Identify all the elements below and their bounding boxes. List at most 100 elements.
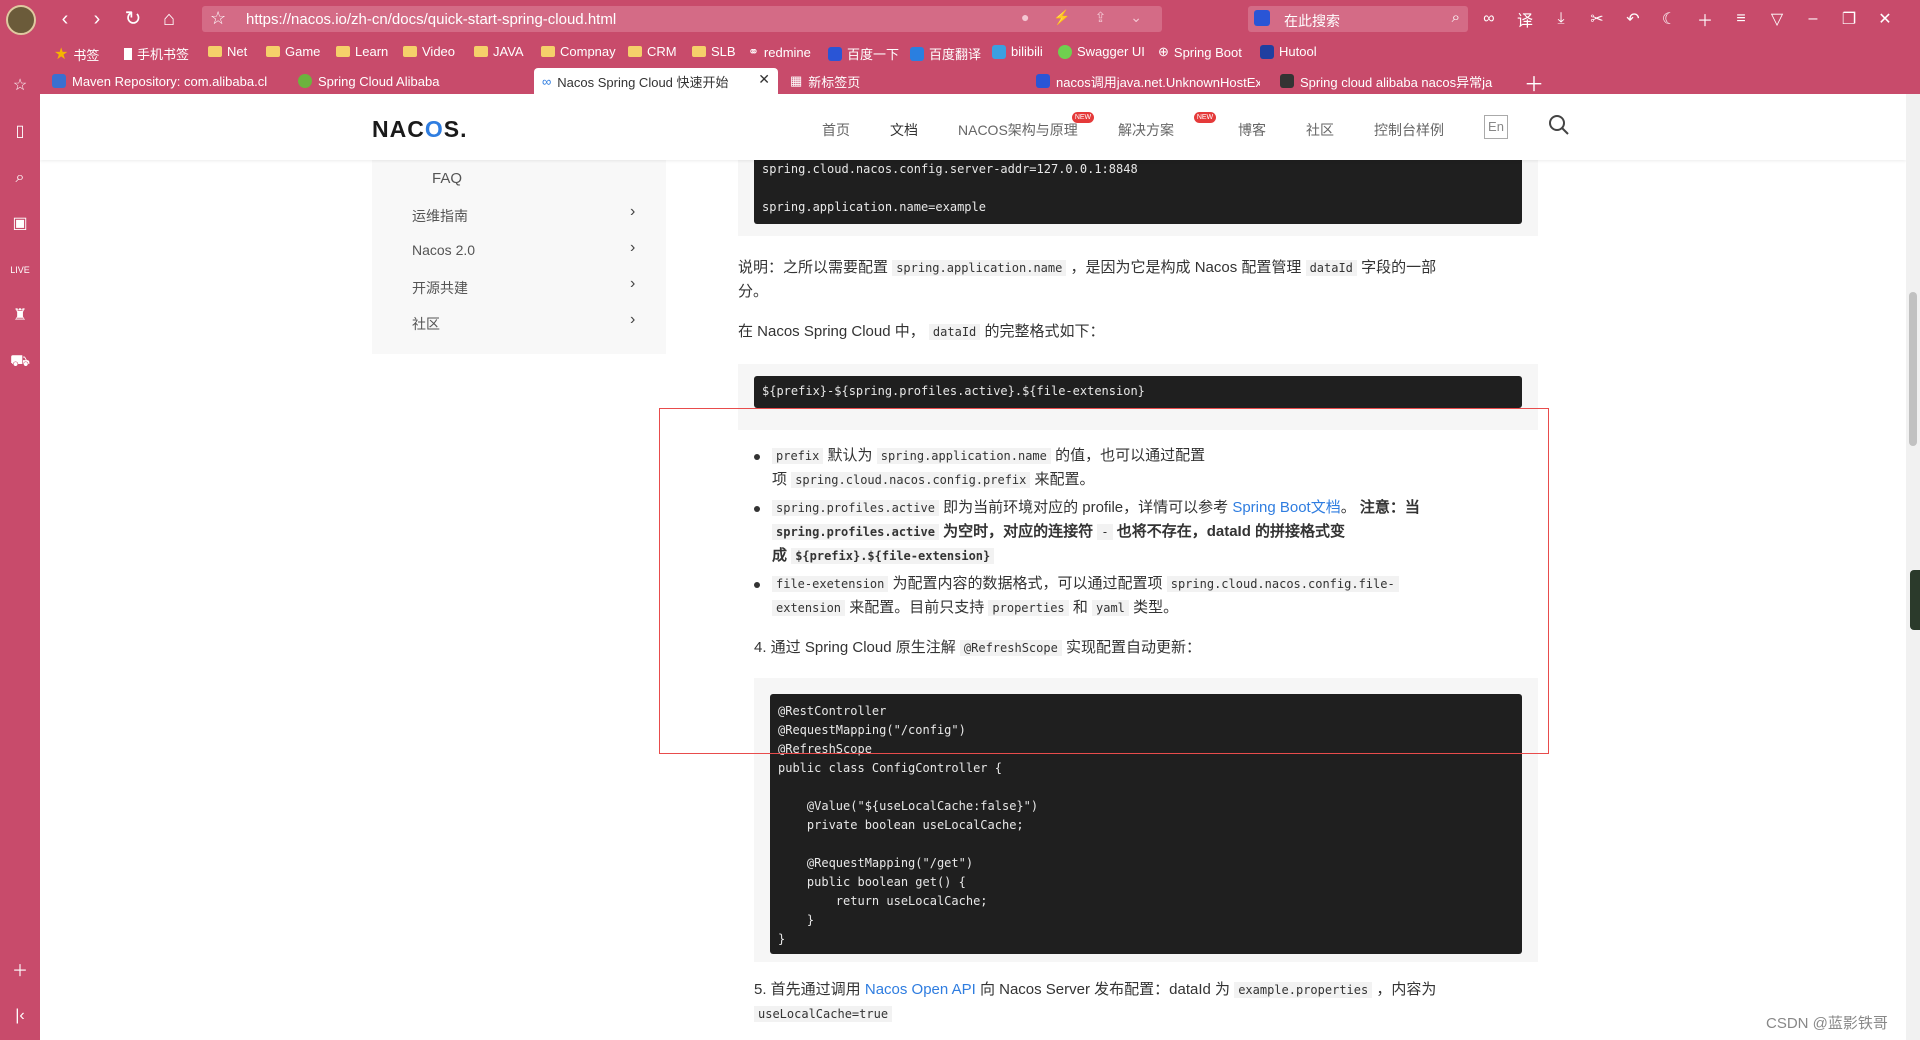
video-icon[interactable]: ▣ [10,214,30,234]
bookmark-item[interactable]: bilibili [992,44,1043,59]
search-engine-icon[interactable] [1254,10,1270,26]
translate-site-icon [910,46,924,61]
bookmark-item[interactable]: Video [403,44,455,59]
close-tab-icon[interactable]: ✕ [758,71,770,88]
bookmark-item[interactable]: ★ 书签 [54,44,99,64]
language-switch[interactable]: En [1484,115,1508,139]
sidebar-item-faq[interactable]: FAQ [432,170,462,187]
folder-icon [541,46,555,57]
phone-icon [124,47,132,60]
baidu-icon [1036,74,1050,88]
page-scrollbar[interactable] [1906,94,1920,1040]
search-rail-icon[interactable]: ⌕ [10,168,30,188]
bookmark-item[interactable]: Game [266,44,320,59]
toolbar-icons: ∞ 译 ⤓ ✂ ↶ ☾ ＋ ≡ ▽ – ❐ ✕ [1478,6,1896,32]
folder-icon [474,46,488,57]
browser-tab-active[interactable]: ∞ Nacos Spring Cloud 快速开始 ✕ [534,68,778,94]
folder-icon [266,46,280,57]
download-icon[interactable]: ⤓ [1550,10,1572,28]
address-bar-icons[interactable]: ● ⚡ ⇪ ⌄ [1021,9,1152,26]
scrollbar-thumb[interactable] [1909,292,1917,446]
browser-tab[interactable]: Spring Cloud Alibaba [290,68,522,94]
undo-icon[interactable]: ↶ [1622,9,1644,29]
bookmark-star-icon[interactable]: ☆ [210,8,226,29]
nacos-open-api-link[interactable]: Nacos Open API [865,981,976,998]
swagger-icon [1058,44,1072,59]
folder-icon [628,46,642,57]
browser-tab[interactable]: nacos调用java.net.UnknownHostEx [1028,68,1260,94]
url-text[interactable]: https://nacos.io/zh-cn/docs/quick-start-… [246,11,616,28]
translate-icon[interactable]: 译 [1514,7,1536,31]
search-box[interactable]: 在此搜索 ⌕ [1248,6,1468,32]
new-tab-page-icon: ▦ [790,73,803,88]
close-window-icon[interactable]: ✕ [1874,9,1896,29]
bookmark-item[interactable]: ⚭ redmine [748,44,811,60]
scissors-icon[interactable]: ✂ [1586,9,1608,29]
nav-docs[interactable]: 文档 [890,120,918,140]
bookmark-item[interactable]: Learn [336,44,388,59]
bookmark-item[interactable]: JAVA [474,44,524,59]
link-icon: ⚭ [748,44,759,59]
spring-icon [298,74,312,88]
bookmark-item[interactable]: Net [208,44,247,59]
sidebar-item-nacos2[interactable]: Nacos 2.0 [412,242,475,258]
nacos-logo[interactable]: NACOS. [372,116,467,143]
bookmark-item[interactable]: Hutool [1260,44,1317,59]
restore-icon[interactable]: ❐ [1838,9,1860,29]
maven-icon [52,74,66,88]
cart-icon[interactable]: ⛟ [10,352,30,372]
home-icon[interactable]: ⌂ [156,6,182,32]
bookmark-item[interactable]: 百度翻译 [910,44,981,63]
collapse-rail-icon[interactable]: |‹ [10,1006,30,1026]
chevron-right-icon[interactable]: › [630,275,635,293]
address-bar[interactable]: ☆ https://nacos.io/zh-cn/docs/quick-star… [202,6,1162,32]
folder-icon [403,46,417,57]
browser-tab[interactable]: Maven Repository: com.alibaba.cl [44,68,276,94]
bookmark-item[interactable]: SLB [692,44,736,59]
add-rail-icon[interactable]: ＋ [10,962,30,982]
user-avatar[interactable] [6,5,36,35]
chevron-right-icon[interactable]: › [630,239,635,257]
bookmark-item[interactable]: 百度一下 [828,44,899,63]
nav-console-demo[interactable]: 控制台样例 [1374,120,1444,140]
side-panel-grip[interactable] [1910,570,1920,630]
sidebar-item-ops[interactable]: 运维指南 [412,206,468,226]
note-paragraph: 说明：之所以需要配置 spring.application.name ，是因为它… [738,259,1437,300]
bookmark-item[interactable]: CRM [628,44,677,59]
step-5-paragraph: 5. 首先通过调用 Nacos Open API 向 Nacos Server … [754,981,1437,1022]
live-icon[interactable]: LIVE [10,260,30,280]
chevron-right-icon[interactable]: › [630,203,635,221]
nav-home[interactable]: 首页 [822,120,850,140]
night-mode-icon[interactable]: ☾ [1658,9,1680,29]
reload-icon[interactable]: ↻ [120,6,146,32]
new-tab-icon[interactable]: ＋ [1524,68,1544,97]
menu-icon[interactable]: ≡ [1730,10,1752,28]
back-icon[interactable]: ‹ [52,6,78,32]
bookmark-item[interactable]: 手机书签 [124,44,189,63]
extension-icon[interactable]: ∞ [1478,10,1500,28]
browser-tab[interactable]: Spring cloud alibaba nacos异常ja [1272,68,1508,94]
bookmark-item[interactable]: Swagger UI [1058,44,1145,59]
nav-blog[interactable]: 博客 [1238,120,1266,140]
add-icon[interactable]: ＋ [1694,7,1716,31]
shirt-icon[interactable]: ▽ [1766,9,1788,29]
browser-tab[interactable]: ▦ 新标签页 [782,68,1014,94]
sidebar-item-contribute[interactable]: 开源共建 [412,278,468,298]
bookmark-item[interactable]: ⊕ Spring Boot [1158,44,1242,60]
reader-icon[interactable]: ▯ [10,122,30,142]
game-icon[interactable]: ♜ [10,306,30,326]
bookmark-item[interactable]: Compnay [541,44,616,59]
favorites-star-icon[interactable]: ☆ [10,76,30,96]
search-input[interactable]: 在此搜索 [1284,11,1340,31]
search-icon[interactable]: ⌕ [1452,9,1460,26]
sidebar-item-community[interactable]: 社区 [412,314,440,334]
forward-icon[interactable]: › [84,6,110,32]
nav-community[interactable]: 社区 [1306,120,1334,140]
nav-solutions[interactable]: 解决方案 [1118,120,1174,140]
highlight-annotation-box [659,408,1549,754]
search-icon[interactable] [1548,114,1570,136]
minimize-icon[interactable]: – [1802,10,1824,28]
nav-architecture[interactable]: NACOS架构与原理 [958,120,1078,140]
chevron-right-icon[interactable]: › [630,311,635,329]
nacos-tab-icon: ∞ [542,73,552,89]
